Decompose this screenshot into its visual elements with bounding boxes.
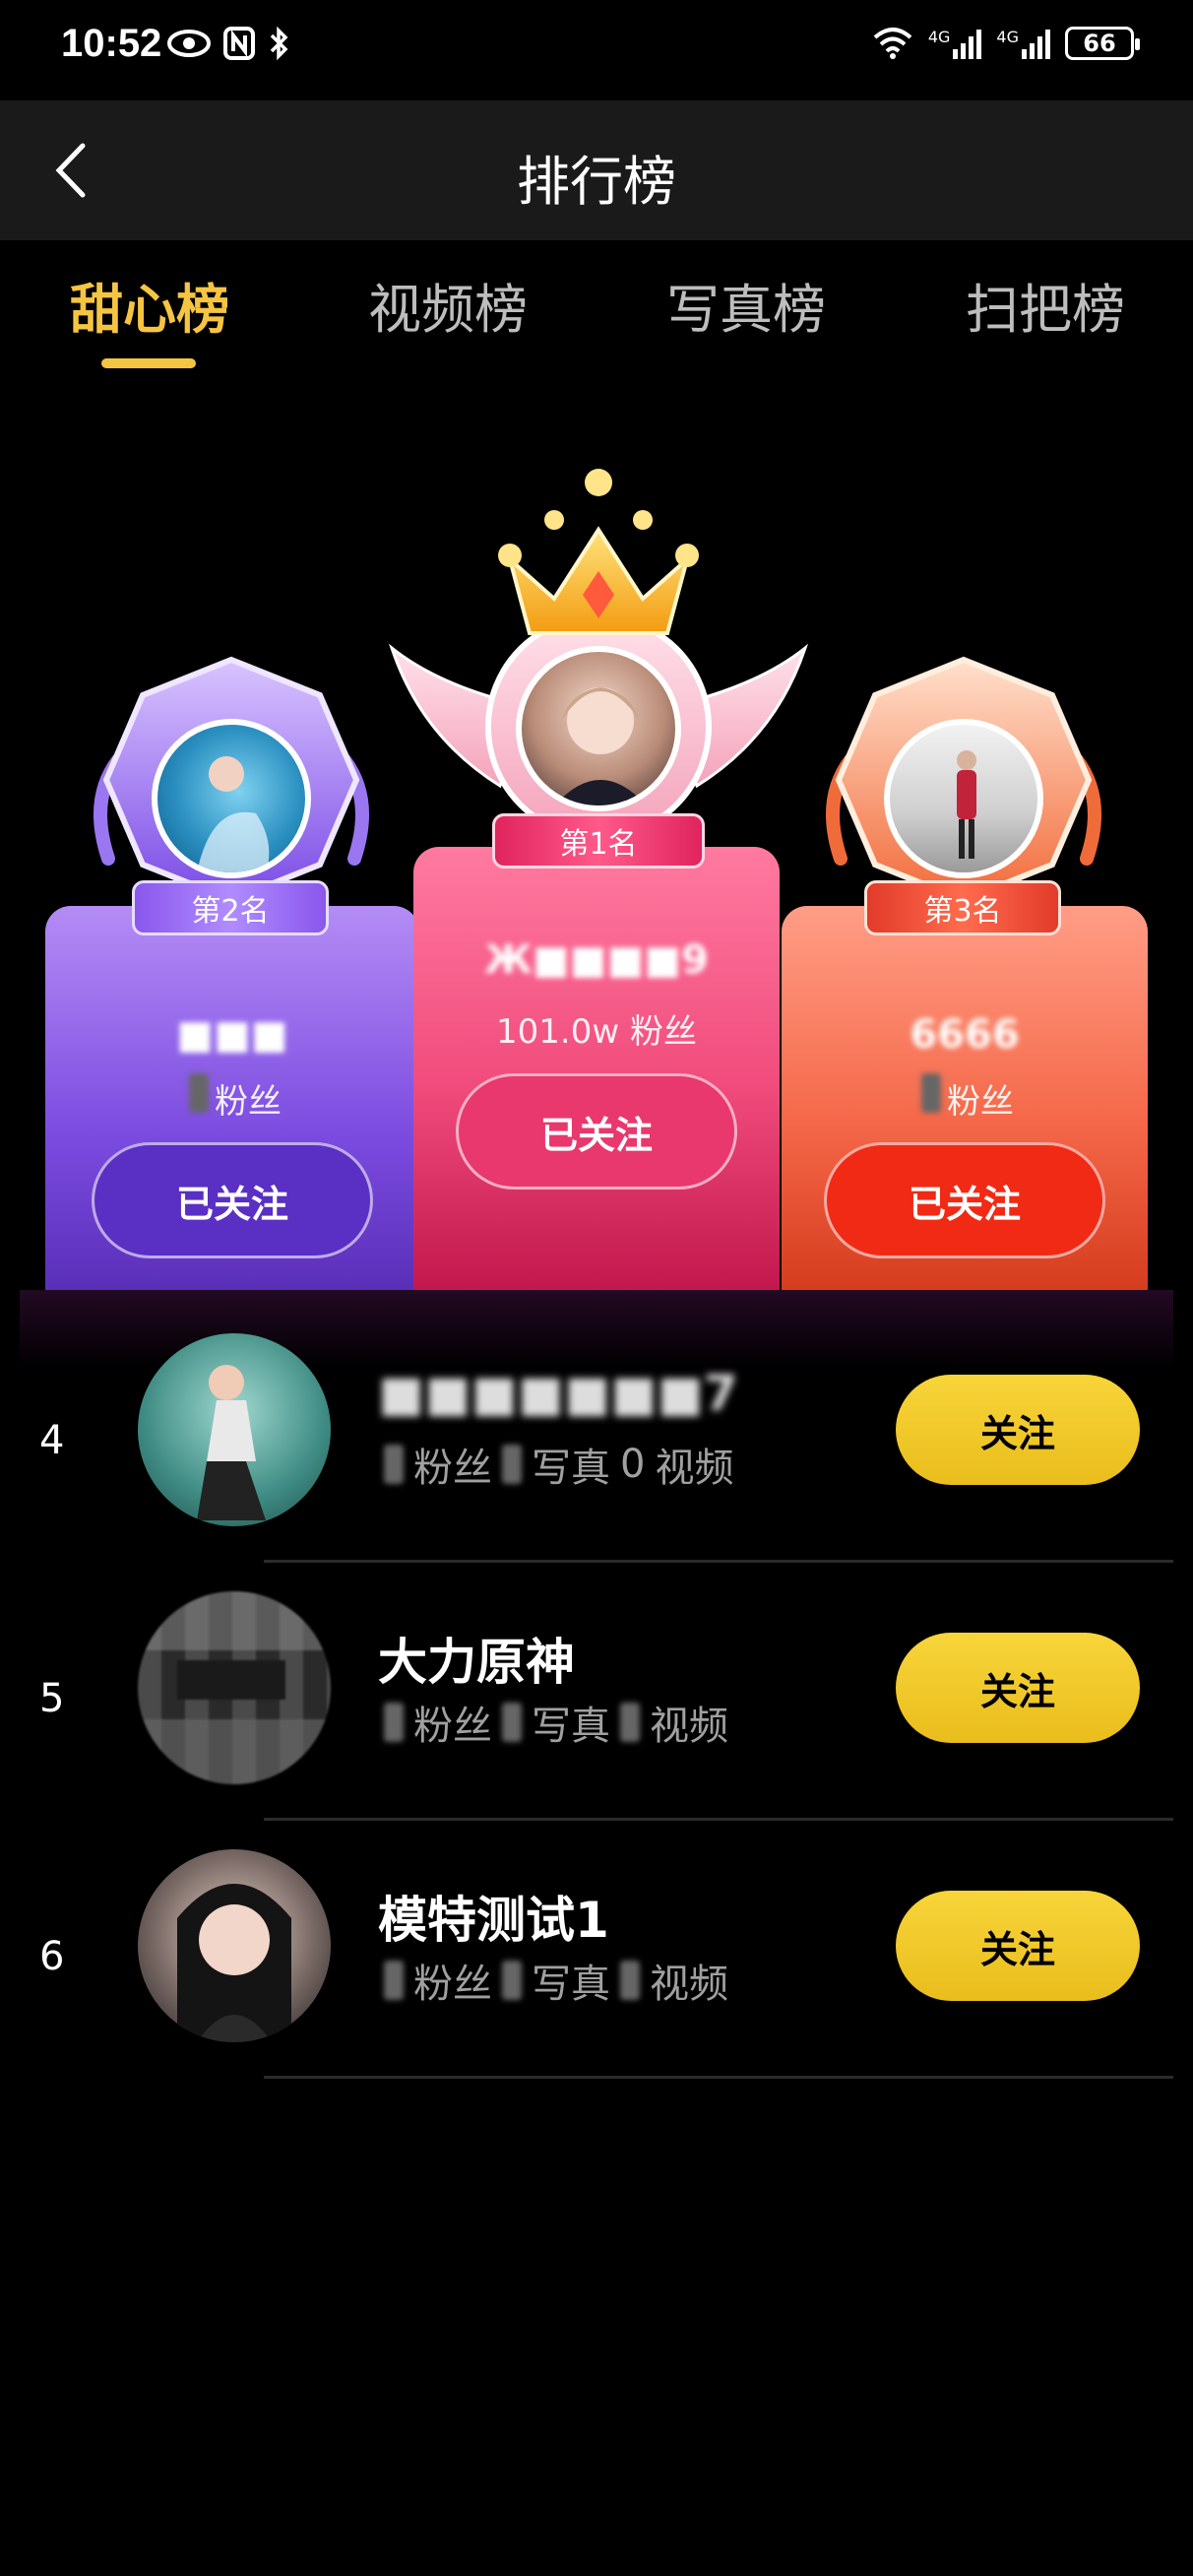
nfc-icon	[223, 27, 255, 60]
gym-woman-image	[197, 1365, 266, 1520]
badge-first: 第1名	[382, 461, 815, 894]
podium-third-fans: 粉丝	[782, 1073, 1148, 1123]
row-stats: 粉丝 写真 0 视频	[378, 1436, 733, 1493]
fans-label: 粉丝	[413, 1962, 492, 2007]
row-divider	[264, 2076, 1173, 2079]
fans-label: 粉丝	[413, 1446, 492, 1491]
eye-icon	[167, 30, 211, 57]
podium-first-name: Ж■■■■9	[484, 937, 709, 983]
row-avatar[interactable]	[138, 1591, 331, 1784]
follow-button[interactable]: 关注	[896, 1375, 1140, 1485]
podium-third: 6666 粉丝 已关注	[782, 906, 1148, 1290]
list-item[interactable]: 4 ■■■■■■■7 粉丝 写真 0 视频 关注	[0, 1320, 1193, 1578]
status-left-icons	[167, 26, 291, 61]
signal-2-label: 4G	[996, 28, 1019, 46]
podium-third-name: 6666	[910, 1012, 1020, 1058]
battery-level: 66	[1083, 30, 1116, 57]
page-title: 排行榜	[517, 151, 676, 213]
rank-ribbon-first-label: 第1名	[559, 827, 638, 862]
blurred-count	[384, 1445, 404, 1484]
blurred-count	[502, 1961, 522, 2000]
avatar-first[interactable]	[516, 646, 681, 811]
blurred-count	[921, 1073, 941, 1113]
photos-label: 写真	[532, 1962, 610, 2007]
rank-ribbon-first: 第1名	[492, 813, 705, 869]
row-rank: 4	[39, 1418, 65, 1463]
row-stats: 粉丝 写真 视频	[378, 1952, 728, 2009]
podium-third-fans-label: 粉丝	[947, 1082, 1014, 1122]
avatar-second[interactable]	[152, 719, 311, 878]
podium-first: Ж■■■■9 101.0w 粉丝 已关注	[413, 847, 780, 1290]
podium-second: ■■■ 粉丝 已关注	[45, 906, 419, 1290]
podium-second-name: ■■■	[176, 1012, 288, 1058]
tab-photo[interactable]: 写真榜	[648, 266, 845, 344]
follow-button[interactable]: 关注	[896, 1633, 1140, 1743]
tab-bar: 甜心榜 视频榜 写真榜 扫把榜	[0, 266, 1193, 374]
row-stats: 粉丝 写真 视频	[378, 1694, 728, 1751]
row-name: ■■■■■■■7	[378, 1365, 738, 1422]
row-divider	[264, 1560, 1173, 1563]
podium-second-fans: 粉丝	[45, 1073, 419, 1123]
status-bar: 10:52 4G 4G 66	[0, 0, 1193, 98]
podium-first-fans: 101.0w 粉丝	[496, 1012, 697, 1052]
portrait-woman-image	[177, 1884, 291, 2042]
signal-2: 4G	[996, 28, 1051, 59]
list-item[interactable]: 5 大力原神 粉丝 写真 视频 关注	[0, 1578, 1193, 1835]
blurred-count	[502, 1703, 522, 1742]
badge-second: 第2名	[89, 652, 374, 947]
follow-button[interactable]: 关注	[896, 1891, 1140, 2001]
blurred-count	[384, 1703, 404, 1742]
rank-ribbon-second-label: 第2名	[191, 894, 270, 929]
list-item[interactable]: 6 模特测试1 粉丝 写真 视频 关注	[0, 1835, 1193, 2093]
tab-video[interactable]: 视频榜	[349, 266, 546, 344]
photos-label: 写真	[532, 1446, 610, 1491]
rank-ribbon-second: 第2名	[132, 880, 329, 935]
rank-ribbon-third-label: 第3名	[923, 894, 1002, 929]
row-divider	[264, 1818, 1173, 1821]
row-name: 模特测试1	[378, 1892, 609, 1949]
podium-first-follow-button[interactable]: 已关注	[456, 1073, 737, 1190]
bluetooth-icon	[270, 26, 288, 61]
wifi-icon	[873, 28, 912, 59]
row-name: 大力原神	[378, 1634, 575, 1691]
signal-bars-icon	[1022, 30, 1050, 59]
badge-third: 第3名	[821, 652, 1106, 947]
signal-1-label: 4G	[927, 28, 951, 46]
photos-label: 写真	[532, 1704, 610, 1749]
signal-1: 4G	[928, 28, 983, 59]
photos-value: 0	[620, 1442, 646, 1487]
status-right-icons: 4G 4G 66	[871, 26, 1140, 61]
standing-woman-image	[957, 750, 976, 859]
swimmer-image	[197, 756, 270, 872]
blurred-count	[384, 1961, 404, 2000]
portrait-image	[554, 687, 647, 805]
status-time: 10:52	[61, 22, 162, 65]
tab-sweetheart[interactable]: 甜心榜	[51, 266, 248, 344]
row-rank: 6	[39, 1934, 65, 1979]
avatar-third[interactable]	[884, 719, 1043, 878]
header: 排行榜	[0, 100, 1193, 240]
videos-label: 视频	[650, 1962, 728, 2007]
pixelated-image	[138, 1591, 331, 1784]
fans-label: 粉丝	[413, 1704, 492, 1749]
podium-third-follow-button[interactable]: 已关注	[824, 1142, 1105, 1258]
tab-broom[interactable]: 扫把榜	[947, 266, 1144, 344]
blurred-count	[189, 1073, 209, 1113]
podium-second-fans-label: 粉丝	[215, 1082, 282, 1122]
blurred-count	[620, 1961, 640, 2000]
tab-active-indicator	[101, 358, 196, 368]
row-rank: 5	[39, 1676, 65, 1721]
videos-label: 视频	[655, 1446, 734, 1491]
podium-second-follow-button[interactable]: 已关注	[92, 1142, 373, 1258]
blurred-count	[620, 1703, 640, 1742]
videos-label: 视频	[650, 1704, 728, 1749]
row-avatar[interactable]	[138, 1849, 331, 2042]
blurred-count	[502, 1445, 522, 1484]
row-avatar[interactable]	[138, 1333, 331, 1526]
battery-icon: 66	[1065, 27, 1140, 60]
signal-bars-icon	[953, 30, 982, 59]
rank-ribbon-third: 第3名	[864, 880, 1061, 935]
